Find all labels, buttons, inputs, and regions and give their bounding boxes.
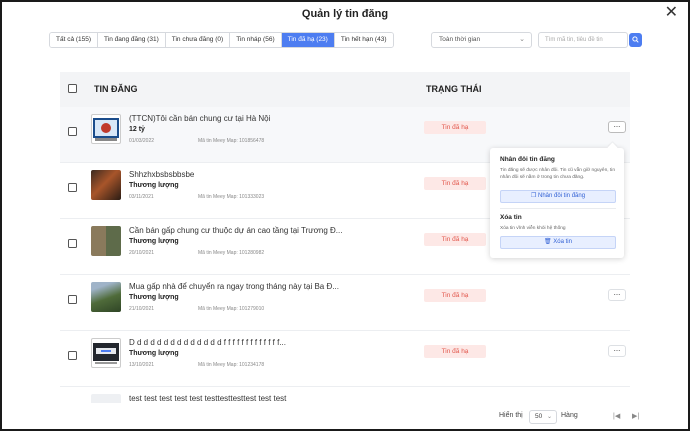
first-page-icon[interactable]: |◀ [613, 412, 620, 420]
copy-icon: ❐ [530, 193, 537, 199]
search-button[interactable] [629, 33, 642, 47]
status-badge: Tin đã hạ [424, 177, 486, 190]
page-size-value: 50 [535, 413, 543, 420]
tab-unposted[interactable]: Tin chưa đăng (0) [165, 33, 231, 47]
time-filter-select[interactable]: Toàn thời gian ⌄ [431, 32, 532, 48]
tab-all[interactable]: Tất cả (155) [50, 33, 99, 47]
row-code: Mã tin Meey Map: 101279010 [198, 306, 265, 312]
table-row: Mua gấp nhà để chuyển ra ngay trong thán… [60, 275, 630, 331]
time-filter-value: Toàn thời gian [439, 36, 481, 43]
search-input[interactable]: Tìm mã tin, tiêu đề tin [538, 32, 628, 48]
row-date: 21/10/2021 [129, 306, 155, 312]
more-options-button[interactable]: ... [608, 121, 626, 133]
row-title[interactable]: Cần bán gấp chung cư thuộc dự án cao tần… [129, 226, 342, 235]
table-row: D d d d d d d d d d d d d d f f f f f f … [60, 331, 630, 387]
thumb-plain [91, 394, 121, 403]
table-row: test test test test test testtesttesttes… [60, 387, 630, 403]
tab-expired[interactable]: Tin hết hạn (43) [334, 33, 393, 47]
close-icon[interactable]: ✕ [665, 5, 678, 21]
row-price: 12 tỷ [129, 126, 145, 133]
trash-icon: 🗑 [544, 239, 552, 245]
status-badge: Tin đã hạ [424, 233, 486, 246]
show-label: Hiển thị [499, 412, 523, 419]
more-options-button[interactable]: ... [608, 345, 626, 357]
row-code: Mã tin Meey Map: 101280982 [198, 250, 265, 256]
status-badge: Tin đã hạ [424, 121, 486, 134]
delete-heading: Xóa tin [500, 214, 522, 221]
row-checkbox[interactable] [68, 295, 77, 304]
status-badge: Tin đã hạ [424, 289, 486, 302]
last-page-icon[interactable]: ▶| [632, 412, 639, 420]
chevron-down-icon: ⌄ [519, 36, 525, 43]
page-size-select[interactable]: 50 ⌄ [529, 410, 557, 424]
modal: Quản lý tin đăng ✕ Tất cả (155) Tin đang… [0, 0, 690, 431]
row-price: Thương lượng [129, 238, 179, 245]
row-date: 03/11/2021 [129, 194, 154, 200]
tab-draft[interactable]: Tin nháp (56) [230, 33, 282, 47]
row-code: Mã tin Meey Map: 101333023 [198, 194, 265, 200]
delete-description: Xóa tin vĩnh viễn khỏi hệ thống [500, 226, 566, 231]
row-code: Mã tin Meey Map: 101234178 [198, 362, 265, 368]
thumb-screen-dark [91, 338, 121, 368]
row-price: Thương lượng [129, 294, 179, 301]
popup-divider [500, 208, 616, 209]
row-checkbox[interactable] [68, 239, 77, 248]
delete-listing-button[interactable]: 🗑 Xóa tin [500, 236, 616, 249]
row-price: Thương lượng [129, 350, 179, 357]
row-checkbox[interactable] [68, 351, 77, 360]
row-title[interactable]: D d d d d d d d d d d d d d f f f f f f … [129, 338, 286, 347]
thumb-trees [91, 282, 121, 312]
rows-label: Hàng [561, 412, 578, 419]
row-checkbox[interactable] [68, 183, 77, 192]
duplicate-button-label: Nhân đôi tin đăng [538, 193, 586, 199]
modal-title: Quản lý tin đăng [301, 8, 389, 20]
row-date: 20/10/2021 [129, 250, 155, 256]
row-title[interactable]: test test test test test testtesttesttes… [129, 394, 286, 403]
header-title: TIN ĐĂNG [94, 84, 138, 94]
thumb-screen-red [91, 114, 121, 144]
row-date: 13/10/2021 [129, 362, 155, 368]
row-actions-popup: Nhân đôi tin đăng Tin đăng sẽ được nhân … [490, 148, 624, 258]
row-title[interactable]: Shhzhxbsbsbbsbe [129, 170, 194, 179]
tab-taken-down[interactable]: Tin đã hạ (23) [281, 33, 335, 47]
select-all-checkbox[interactable] [68, 84, 77, 93]
row-date: 01/03/2022 [129, 138, 155, 144]
header-status: TRẠNG THÁI [426, 84, 482, 94]
tab-posting[interactable]: Tin đang đăng (31) [98, 33, 166, 47]
duplicate-heading: Nhân đôi tin đăng [500, 156, 555, 163]
duplicate-listing-button[interactable]: ❐ Nhân đôi tin đăng [500, 190, 616, 203]
delete-button-label: Xóa tin [553, 239, 572, 245]
table-header: TIN ĐĂNG TRẠNG THÁI [60, 72, 630, 107]
row-checkbox[interactable] [68, 127, 77, 136]
chevron-down-icon: ⌄ [546, 414, 552, 420]
status-tabs: Tất cả (155) Tin đang đăng (31) Tin chưa… [49, 32, 394, 48]
thumb-house-collage [91, 226, 121, 256]
row-price: Thương lượng [129, 182, 179, 189]
more-options-button[interactable]: ... [608, 289, 626, 301]
thumb-night-scene [91, 170, 121, 200]
row-code: Mã tin Meey Map: 101856478 [198, 138, 265, 144]
duplicate-description: Tin đăng sẽ được nhân đôi. Tin cũ vẫn gi… [500, 168, 615, 180]
search-icon [632, 36, 639, 43]
row-title[interactable]: (TTCN)Tôi cần bán chung cư tại Hà Nội [129, 114, 270, 123]
row-title[interactable]: Mua gấp nhà để chuyển ra ngay trong thán… [129, 282, 339, 291]
status-badge: Tin đã hạ [424, 345, 486, 358]
